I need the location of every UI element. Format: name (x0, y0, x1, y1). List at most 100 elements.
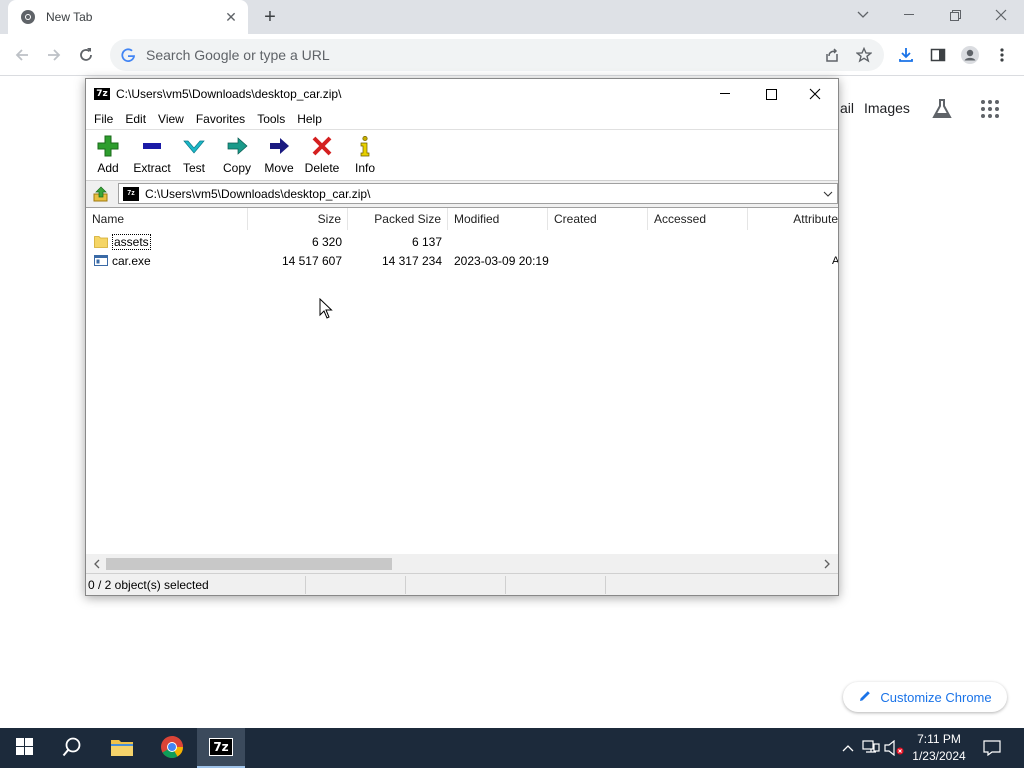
chrome-tab-new-tab[interactable]: New Tab ✕ (8, 0, 248, 34)
ntp-images-link[interactable]: Images (864, 100, 910, 116)
restore-icon[interactable] (932, 0, 978, 30)
file-row[interactable]: car.exe 14 517 607 14 317 234 2023-03-09… (86, 251, 838, 270)
windows-taskbar: 7z 7:11 PM 1/23/2024 (0, 728, 1024, 768)
copy-icon (224, 134, 250, 158)
google-apps-icon[interactable] (980, 99, 1000, 119)
new-tab-button[interactable]: + (258, 6, 282, 28)
windows-logo-icon (15, 738, 33, 758)
taskbar-7zip[interactable]: 7z (197, 728, 245, 768)
profile-avatar-icon[interactable] (958, 43, 982, 67)
7zip-path-combobox[interactable]: 7z C:\Users\vm5\Downloads\desktop_car.zi… (118, 183, 838, 204)
7zip-icon: 7z (209, 738, 233, 756)
tab-search-icon[interactable] (840, 0, 886, 30)
7zip-titlebar[interactable]: 7z C:\Users\vm5\Downloads\desktop_car.zi… (86, 79, 838, 109)
info-label: Info (354, 161, 375, 175)
customize-chrome-label: Customize Chrome (880, 689, 992, 705)
chrome-menu-icon[interactable] (990, 43, 1014, 67)
extract-button[interactable]: Extract (130, 134, 174, 178)
taskbar-chrome[interactable] (148, 728, 196, 768)
status-segment (306, 576, 406, 594)
reload-icon[interactable] (73, 42, 99, 68)
menu-view[interactable]: View (152, 112, 190, 126)
extract-label: Extract (133, 161, 171, 175)
column-size[interactable]: Size (248, 208, 348, 230)
add-label: Add (97, 161, 119, 175)
tray-overflow-chevron-icon[interactable] (838, 738, 858, 758)
forward-arrow-icon[interactable] (41, 42, 67, 68)
info-icon (352, 134, 378, 158)
volume-muted-icon[interactable] (884, 738, 904, 758)
back-arrow-icon[interactable] (9, 42, 35, 68)
7zip-toolbar: Add Extract Test Copy Move Delete Info (86, 129, 838, 181)
search-icon (62, 737, 82, 760)
close-window-icon[interactable] (978, 0, 1024, 30)
scroll-left-icon[interactable] (88, 554, 106, 573)
attributes-cell: A (832, 251, 838, 270)
omnibox-placeholder: Search Google or type a URL (146, 47, 330, 63)
labs-flask-icon[interactable] (930, 97, 954, 121)
file-row[interactable]: assets 6 320 6 137 (86, 232, 838, 251)
zip-archive-icon: 7z (123, 186, 139, 201)
test-button[interactable]: Test (180, 134, 208, 178)
column-attributes[interactable]: Attribute (748, 208, 838, 230)
modified-cell: 2023-03-09 20:19 (454, 253, 549, 268)
7zip-app-icon: 7z (94, 88, 110, 100)
copy-label: Copy (222, 161, 251, 175)
delete-icon (309, 134, 335, 158)
menu-edit[interactable]: Edit (119, 112, 152, 126)
modified-cell (454, 232, 548, 251)
tab-title: New Tab (46, 10, 93, 24)
packed-size-cell: 14 317 234 (381, 253, 442, 268)
delete-label: Delete (304, 161, 340, 175)
side-panel-icon[interactable] (926, 43, 950, 67)
path-dropdown-icon[interactable] (819, 191, 837, 197)
download-icon[interactable] (894, 43, 918, 67)
7zip-minimize-icon[interactable] (702, 79, 748, 109)
mouse-cursor-icon (319, 297, 333, 320)
column-created[interactable]: Created (548, 208, 648, 230)
info-button[interactable]: Info (352, 134, 378, 178)
notifications-icon[interactable] (982, 738, 1002, 758)
taskbar-search-button[interactable] (48, 728, 96, 768)
test-label: Test (182, 161, 205, 175)
7zip-maximize-icon[interactable] (748, 79, 794, 109)
delete-button[interactable]: Delete (304, 134, 340, 178)
menu-tools[interactable]: Tools (251, 112, 291, 126)
7zip-window: 7z C:\Users\vm5\Downloads\desktop_car.zi… (85, 78, 839, 596)
chrome-icon (160, 735, 184, 762)
bookmark-star-icon[interactable] (852, 43, 876, 67)
status-segment (406, 576, 506, 594)
omnibox[interactable]: Search Google or type a URL (110, 39, 884, 71)
scroll-right-icon[interactable] (818, 554, 836, 573)
menu-help[interactable]: Help (291, 112, 328, 126)
menu-file[interactable]: File (86, 112, 119, 126)
horizontal-scrollbar[interactable] (86, 554, 838, 573)
chrome-toolbar: Search Google or type a URL (0, 34, 1024, 76)
pencil-icon (858, 689, 872, 706)
test-icon (181, 134, 207, 158)
ntp-gmail-link[interactable]: ail (840, 100, 854, 116)
scrollbar-thumb[interactable] (106, 558, 392, 570)
selection-status: 0 / 2 object(s) selected (86, 576, 306, 594)
folder-up-icon[interactable] (92, 185, 110, 203)
taskbar-file-explorer[interactable] (98, 728, 146, 768)
network-icon[interactable] (861, 738, 881, 758)
add-button[interactable]: Add (94, 134, 122, 178)
column-packed-size[interactable]: Packed Size (348, 208, 448, 230)
tab-close-icon[interactable]: ✕ (222, 8, 240, 26)
column-modified[interactable]: Modified (448, 208, 548, 230)
minimize-icon[interactable] (886, 0, 932, 30)
copy-button[interactable]: Copy (220, 134, 254, 178)
taskbar-clock[interactable]: 7:11 PM 1/23/2024 (904, 730, 974, 766)
7zip-close-icon[interactable] (792, 79, 838, 109)
name-cell: car.exe (86, 251, 248, 270)
7zip-window-title: C:\Users\vm5\Downloads\desktop_car.zip\ (116, 87, 342, 101)
share-icon[interactable] (820, 43, 844, 67)
7zip-file-list: Name Size Packed Size Modified Created A… (86, 207, 838, 573)
start-button[interactable] (0, 728, 48, 768)
column-name[interactable]: Name (86, 208, 248, 230)
menu-favorites[interactable]: Favorites (190, 112, 251, 126)
column-accessed[interactable]: Accessed (648, 208, 748, 230)
customize-chrome-button[interactable]: Customize Chrome (843, 682, 1007, 712)
move-button[interactable]: Move (262, 134, 296, 178)
